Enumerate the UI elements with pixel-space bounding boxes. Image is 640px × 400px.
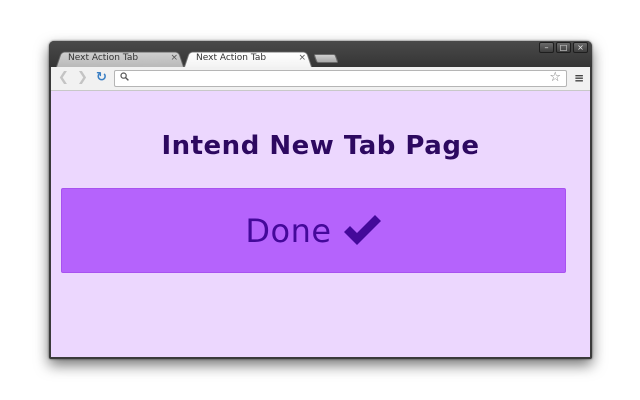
browser-window: Next Action Tab × Next Action Tab × – □ … [49,41,592,359]
done-button-label: Done [245,211,332,250]
tab-title: Next Action Tab [196,53,267,63]
address-bar[interactable]: ☆ [114,70,567,87]
tab-close-icon[interactable]: × [170,50,178,67]
page-title: Intend New Tab Page [161,131,480,161]
hamburger-menu-icon[interactable]: ≡ [574,71,584,85]
reload-icon[interactable]: ↻ [96,71,107,85]
page-content: Intend New Tab Page Done [51,91,590,357]
browser-toolbar: ❮ ❯ ↻ ☆ ≡ [51,67,590,91]
checkmark-icon [343,214,381,245]
tab-close-icon[interactable]: × [298,50,306,67]
done-button[interactable]: Done [61,188,566,273]
address-input[interactable] [133,72,543,85]
tab-next-action-2[interactable]: Next Action Tab × [184,50,312,67]
close-window-icon[interactable]: × [573,42,588,53]
tab-title: Next Action Tab [68,53,139,63]
new-tab-button[interactable] [313,54,339,63]
minimize-icon[interactable]: – [539,42,554,53]
title-bar: Next Action Tab × Next Action Tab × – □ … [49,41,592,67]
tab-next-action-1[interactable]: Next Action Tab × [56,50,184,67]
search-icon [120,72,129,84]
forward-arrow-icon[interactable]: ❯ [77,71,88,85]
window-controls: – □ × [539,42,588,53]
maximize-icon[interactable]: □ [556,42,571,53]
back-arrow-icon[interactable]: ❮ [58,71,69,85]
star-icon[interactable]: ☆ [549,70,561,85]
